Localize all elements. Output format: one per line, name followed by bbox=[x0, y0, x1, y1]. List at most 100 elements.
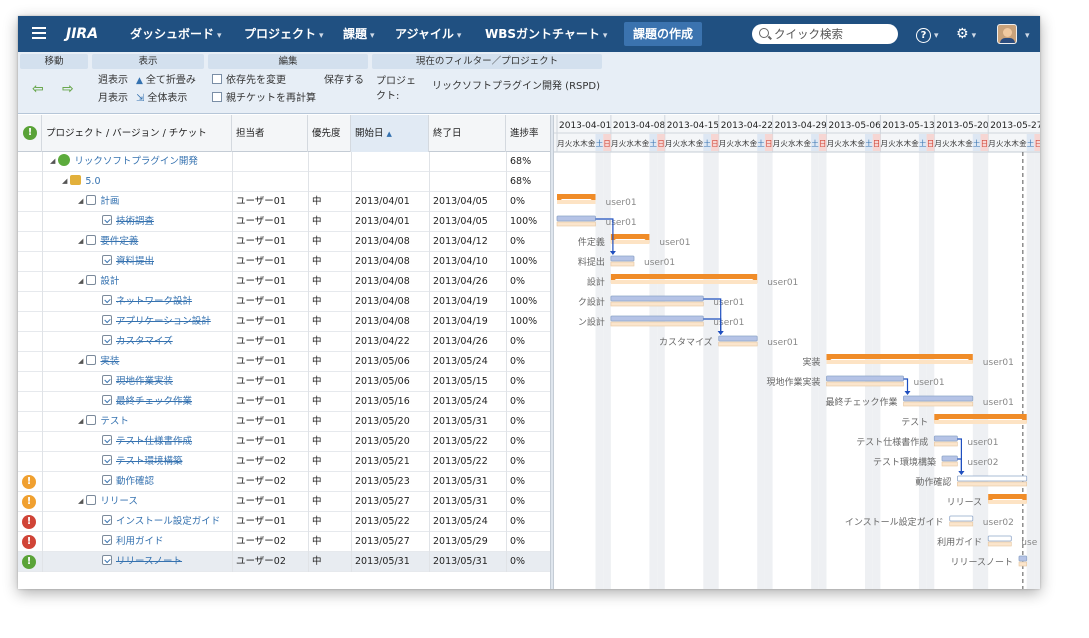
summary-bar[interactable] bbox=[934, 414, 1027, 419]
show-all-button[interactable]: ⇲ 全体表示 bbox=[136, 92, 187, 106]
task-bar[interactable] bbox=[556, 215, 596, 222]
issue-link[interactable]: リリース bbox=[100, 496, 138, 507]
issue-link[interactable]: 要件定義 bbox=[100, 236, 138, 247]
task-bar[interactable] bbox=[956, 475, 1028, 482]
task-bar[interactable] bbox=[903, 395, 974, 402]
column-header-assignee[interactable]: 担当者 bbox=[232, 115, 308, 152]
jira-logo[interactable]: JIRA bbox=[66, 16, 98, 52]
table-row[interactable]: テスト環境構築 ユーザー02 中 2013/05/21 2013/05/22 0% bbox=[18, 452, 550, 472]
column-header-name[interactable]: プロジェクト / バージョン / チケット bbox=[42, 115, 232, 152]
task-bar[interactable] bbox=[826, 375, 904, 382]
table-row[interactable]: ◢ 計画 ユーザー01 中 2013/04/01 2013/04/05 0% bbox=[18, 192, 550, 212]
nav-wbs-gantt[interactable]: WBSガントチャート ▾ bbox=[485, 16, 607, 52]
name-cell[interactable]: アプリケーション設計 bbox=[98, 312, 211, 332]
name-cell[interactable]: テスト仕様書作成 bbox=[98, 432, 192, 452]
summary-bar[interactable] bbox=[557, 194, 596, 199]
task-bar[interactable] bbox=[949, 515, 974, 522]
task-bar[interactable] bbox=[610, 295, 704, 302]
table-row[interactable]: ! リリースノート ユーザー02 中 2013/05/31 2013/05/31 0% bbox=[18, 552, 550, 572]
name-cell[interactable]: 利用ガイド bbox=[98, 532, 164, 552]
table-row[interactable]: ◢ 要件定義 ユーザー01 中 2013/04/08 2013/04/12 0% bbox=[18, 232, 550, 252]
name-cell[interactable]: ◢ 計画 bbox=[74, 192, 119, 212]
summary-bar[interactable] bbox=[826, 354, 973, 359]
task-bar[interactable] bbox=[718, 335, 758, 342]
table-row[interactable]: 資料提出 ユーザー01 中 2013/04/08 2013/04/10 100% bbox=[18, 252, 550, 272]
table-row[interactable]: ◢ リックソフトプラグイン開発 68% bbox=[18, 152, 550, 172]
nav-agile[interactable]: アジャイル ▾ bbox=[395, 16, 461, 52]
table-row[interactable]: アプリケーション設計 ユーザー01 中 2013/04/08 2013/04/19 100… bbox=[18, 312, 550, 332]
name-cell[interactable]: ◢ 実装 bbox=[74, 352, 119, 372]
table-row[interactable]: ! インストール設定ガイド ユーザー01 中 2013/05/22 2013/05/24 0… bbox=[18, 512, 550, 532]
caret-down-icon[interactable]: ▾ bbox=[1022, 16, 1030, 52]
arrow-right-icon[interactable]: ⇨ bbox=[62, 81, 74, 97]
quick-search-input[interactable]: クイック検索 bbox=[752, 24, 898, 44]
checkbox[interactable] bbox=[212, 92, 222, 102]
collapse-triangle-icon[interactable]: ◢ bbox=[78, 232, 83, 251]
table-row[interactable]: ◢ 設計 ユーザー01 中 2013/04/08 2013/04/26 0% bbox=[18, 272, 550, 292]
issue-link[interactable]: テスト bbox=[100, 416, 129, 427]
name-cell[interactable]: リリースノート bbox=[98, 552, 182, 572]
name-cell[interactable]: 現地作業実装 bbox=[98, 372, 173, 392]
arrow-left-icon[interactable]: ⇦ bbox=[32, 81, 44, 97]
user-avatar[interactable] bbox=[997, 24, 1017, 44]
collapse-all-button[interactable]: ▲ 全て折畳み bbox=[136, 74, 196, 88]
issue-link[interactable]: 5.0 bbox=[85, 176, 100, 187]
collapse-triangle-icon[interactable]: ◢ bbox=[50, 152, 55, 171]
issue-link[interactable]: 利用ガイド bbox=[116, 536, 164, 547]
name-cell[interactable]: 動作確認 bbox=[98, 472, 154, 492]
column-header-priority[interactable]: 優先度 bbox=[308, 115, 351, 152]
nav-issues[interactable]: 課題 ▾ bbox=[343, 16, 375, 52]
issue-link[interactable]: 実装 bbox=[100, 356, 119, 367]
issue-link[interactable]: 技術調査 bbox=[116, 216, 154, 227]
name-cell[interactable]: ◢ リックソフトプラグイン開発 bbox=[46, 152, 198, 172]
table-row[interactable]: カスタマイズ ユーザー01 中 2013/04/22 2013/04/26 0% bbox=[18, 332, 550, 352]
filter-project-value[interactable]: リックソフトプラグイン開発 (RSPD) bbox=[432, 80, 600, 94]
settings-icon[interactable]: ⚙ ▾ bbox=[956, 16, 976, 52]
nav-dashboard[interactable]: ダッシュボード ▾ bbox=[130, 16, 222, 52]
task-bar[interactable] bbox=[1018, 555, 1028, 562]
collapse-triangle-icon[interactable]: ◢ bbox=[62, 172, 67, 191]
collapse-triangle-icon[interactable]: ◢ bbox=[78, 192, 83, 211]
table-row[interactable]: ! 動作確認 ユーザー02 中 2013/05/23 2013/05/31 0% bbox=[18, 472, 550, 492]
summary-bar[interactable] bbox=[988, 494, 1027, 499]
change-dependency-checkbox[interactable]: 依存先を変更 bbox=[212, 74, 286, 88]
table-row[interactable]: ◢ テスト ユーザー01 中 2013/05/20 2013/05/31 0% bbox=[18, 412, 550, 432]
task-bar[interactable] bbox=[610, 255, 635, 262]
table-row[interactable]: 最終チェック作業 ユーザー01 中 2013/05/16 2013/05/24 0% bbox=[18, 392, 550, 412]
collapse-triangle-icon[interactable]: ◢ bbox=[78, 352, 83, 371]
summary-bar[interactable] bbox=[610, 234, 650, 239]
week-view-button[interactable]: 週表示 bbox=[98, 74, 128, 88]
month-view-button[interactable]: 月表示 bbox=[98, 92, 128, 106]
issue-link[interactable]: 最終チェック作業 bbox=[116, 396, 192, 407]
name-cell[interactable]: 最終チェック作業 bbox=[98, 392, 192, 412]
table-row[interactable]: ◢ 5.0 68% bbox=[18, 172, 550, 192]
issue-link[interactable]: テスト仕様書作成 bbox=[116, 436, 192, 447]
collapse-triangle-icon[interactable]: ◢ bbox=[78, 412, 83, 431]
table-row[interactable]: 技術調査 ユーザー01 中 2013/04/01 2013/04/05 100% bbox=[18, 212, 550, 232]
table-row[interactable]: 現地作業実装 ユーザー01 中 2013/05/06 2013/05/15 0% bbox=[18, 372, 550, 392]
name-cell[interactable]: ◢ 要件定義 bbox=[74, 232, 138, 252]
name-cell[interactable]: ◢ リリース bbox=[74, 492, 138, 512]
column-header-end[interactable]: 終了日 bbox=[429, 115, 506, 152]
name-cell[interactable]: インストール設定ガイド bbox=[98, 512, 220, 532]
help-icon[interactable]: ? ▾ bbox=[916, 16, 939, 52]
name-cell[interactable]: ◢ 設計 bbox=[74, 272, 119, 292]
name-cell[interactable]: 資料提出 bbox=[98, 252, 154, 272]
column-header-progress[interactable]: 進捗率 bbox=[506, 115, 550, 152]
table-row[interactable]: ◢ 実装 ユーザー01 中 2013/05/06 2013/05/24 0% bbox=[18, 352, 550, 372]
collapse-triangle-icon[interactable]: ◢ bbox=[78, 492, 83, 511]
recalc-parent-checkbox[interactable]: 親チケットを再計算 bbox=[212, 92, 316, 106]
name-cell[interactable]: テスト環境構築 bbox=[98, 452, 183, 472]
collapse-triangle-icon[interactable]: ◢ bbox=[78, 272, 83, 291]
issue-link[interactable]: カスタマイズ bbox=[116, 336, 173, 347]
issue-link[interactable]: テスト環境構築 bbox=[116, 456, 183, 467]
task-bar[interactable] bbox=[987, 535, 1012, 542]
table-row[interactable]: ! ◢ リリース ユーザー01 中 2013/05/27 2013/05/31 0% bbox=[18, 492, 550, 512]
name-cell[interactable]: ◢ 5.0 bbox=[58, 172, 101, 192]
task-bar[interactable] bbox=[933, 435, 958, 442]
issue-link[interactable]: アプリケーション設計 bbox=[116, 316, 211, 327]
column-header-start[interactable]: 開始日 ▲ bbox=[351, 115, 429, 152]
issue-link[interactable]: ネットワーク設計 bbox=[116, 296, 192, 307]
name-cell[interactable]: 技術調査 bbox=[98, 212, 154, 232]
task-bar[interactable] bbox=[610, 315, 704, 322]
